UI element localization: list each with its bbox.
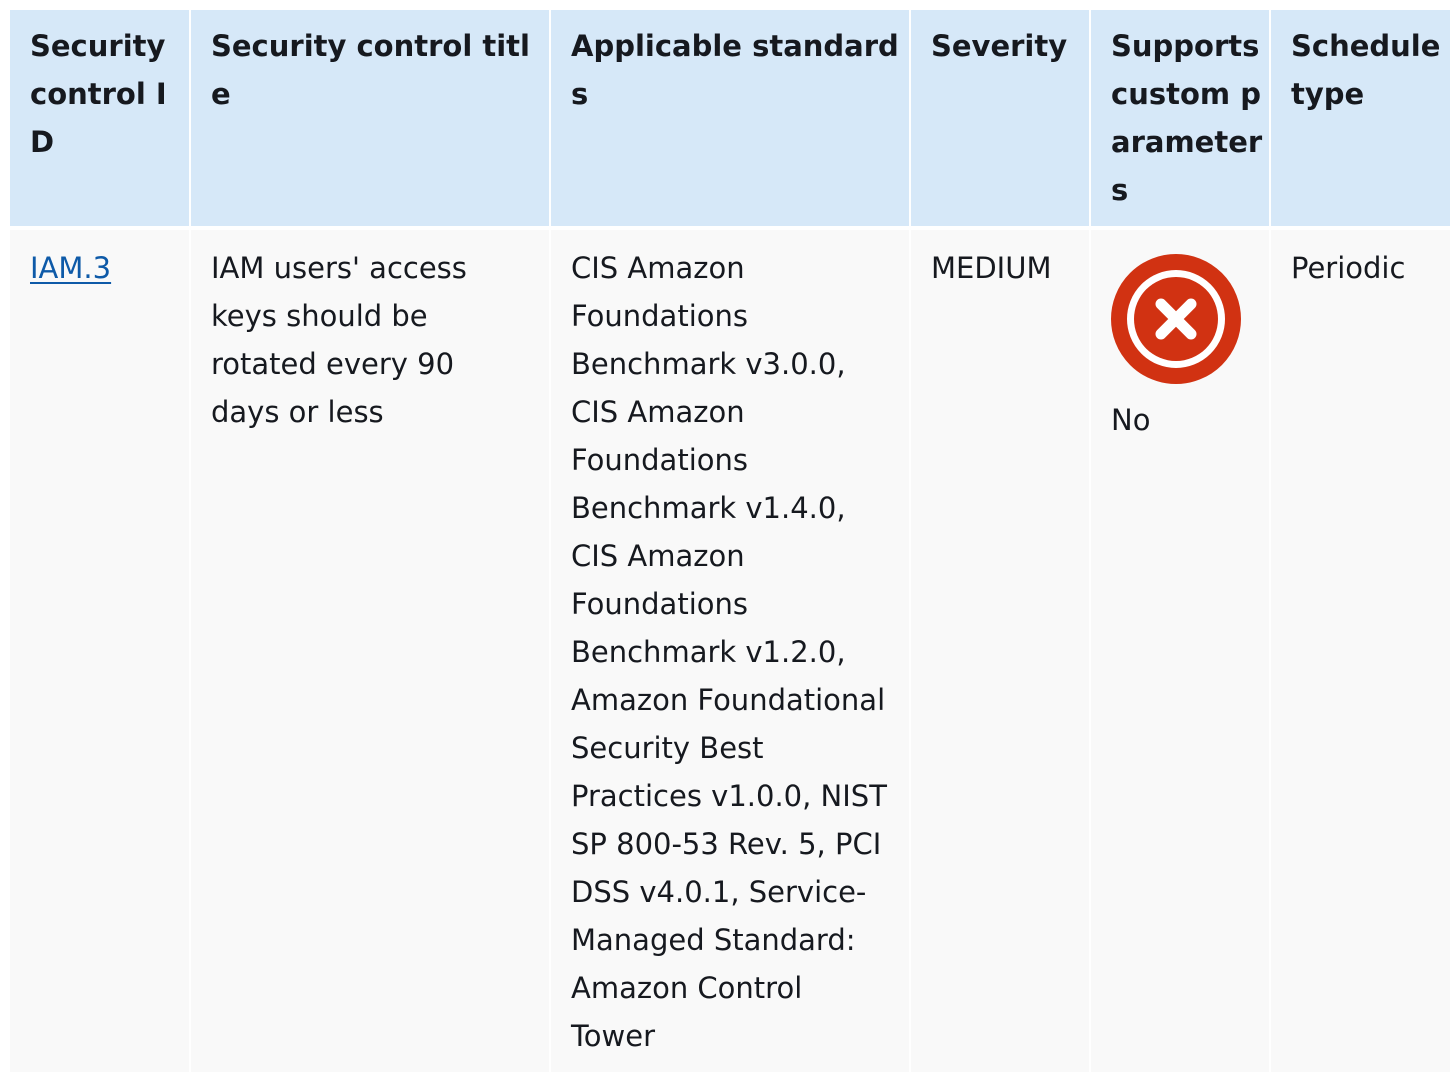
cell-control-title: IAM users' access keys should be rotated… [190,228,551,1072]
header-applicable-standards: Applicable standards [550,10,911,230]
custom-parameters-label: No [1111,403,1151,437]
x-circle-icon [1111,254,1241,384]
cell-applicable-standards: CIS Amazon Foundations Benchmark v3.0.0,… [550,228,911,1072]
custom-parameters-status: No [1111,254,1269,444]
control-id-link[interactable]: IAM.3 [30,251,111,285]
header-severity: Severity [910,10,1091,230]
header-schedule-type: Schedule type [1270,10,1450,230]
cell-custom-parameters: No [1090,228,1271,1072]
header-security-control-title: Security control title [190,10,551,230]
security-controls-table: Security control ID Security control tit… [10,10,1450,1072]
table-header-row: Security control ID Security control tit… [10,10,1450,230]
header-supports-custom-parameters: Supports custom parameters [1090,10,1271,230]
cell-schedule-type: Periodic [1270,228,1450,1072]
cell-severity: MEDIUM [910,228,1091,1072]
cell-control-id: IAM.3 [10,228,191,1072]
header-security-control-id: Security control ID [10,10,191,230]
table-row: IAM.3 IAM users' access keys should be r… [10,228,1450,1072]
security-controls-table-container: Security control ID Security control tit… [10,10,1450,1072]
